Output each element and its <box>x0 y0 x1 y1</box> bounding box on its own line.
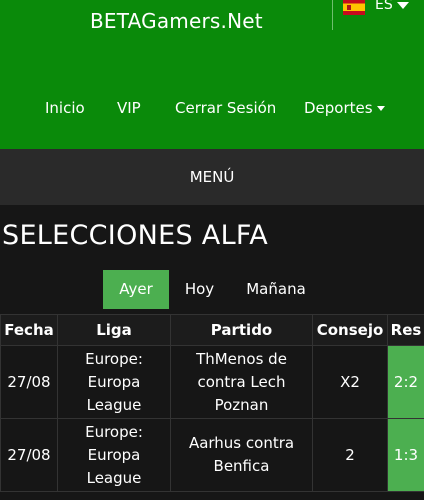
day-tabs: Ayer Hoy Mañana <box>0 270 424 310</box>
cell-liga: Europe: Europa League <box>57 418 171 492</box>
cell-consejo: 2 <box>312 418 388 492</box>
nav-item-deportes-label: Deportes <box>304 99 373 117</box>
nav-item-inicio[interactable]: Inicio <box>45 99 85 117</box>
menu-toggle-bar[interactable]: MENÚ <box>0 149 424 205</box>
nav-item-vip[interactable]: VIP <box>117 99 141 117</box>
cell-fecha: 27/08 <box>0 345 58 419</box>
main-nav: Inicio VIP Cerrar Sesión Deportes <box>0 99 424 119</box>
nav-item-deportes[interactable]: Deportes <box>304 99 385 117</box>
column-header-partido: Partido <box>170 314 313 346</box>
cell-liga: Europe: Europa League <box>57 345 171 419</box>
tab-manana[interactable]: Mañana <box>237 270 315 309</box>
column-header-liga: Liga <box>57 314 171 346</box>
site-logo-text[interactable]: BETAGamers.Net <box>90 9 263 33</box>
cell-result: 2:2 <box>387 345 424 419</box>
tab-ayer[interactable]: Ayer <box>103 270 169 309</box>
cell-result: 1:3 <box>387 418 424 492</box>
table-row: 27/08 Europe: Europa League Aarhus contr… <box>0 418 424 492</box>
tab-hoy[interactable]: Hoy <box>177 270 222 309</box>
chevron-down-icon <box>376 106 385 111</box>
picks-table: Fecha Liga Partido Consejo Res 27/08 Eur… <box>0 314 424 492</box>
language-code: ES <box>375 0 409 13</box>
column-header-res: Res <box>387 314 424 346</box>
page-title: SELECCIONES ALFA <box>2 220 269 251</box>
spain-flag-icon <box>343 0 365 15</box>
site-header: BETAGamers.Net ES Inicio VIP Cerrar Sesi… <box>0 0 424 149</box>
cell-consejo: X2 <box>312 345 388 419</box>
chevron-down-icon <box>396 1 409 9</box>
column-header-consejo: Consejo <box>312 314 388 346</box>
nav-item-cerrar-sesion[interactable]: Cerrar Sesión <box>175 99 276 117</box>
language-selector[interactable]: ES <box>332 0 409 30</box>
cell-partido: Aarhus contra Benfica <box>170 418 313 492</box>
table-header-row: Fecha Liga Partido Consejo Res <box>0 314 424 346</box>
column-header-fecha: Fecha <box>0 314 58 346</box>
table-row: 27/08 Europe: Europa League ThMenos de c… <box>0 345 424 419</box>
cell-partido: ThMenos de contra Lech Poznan <box>170 345 313 419</box>
cell-fecha: 27/08 <box>0 418 58 492</box>
